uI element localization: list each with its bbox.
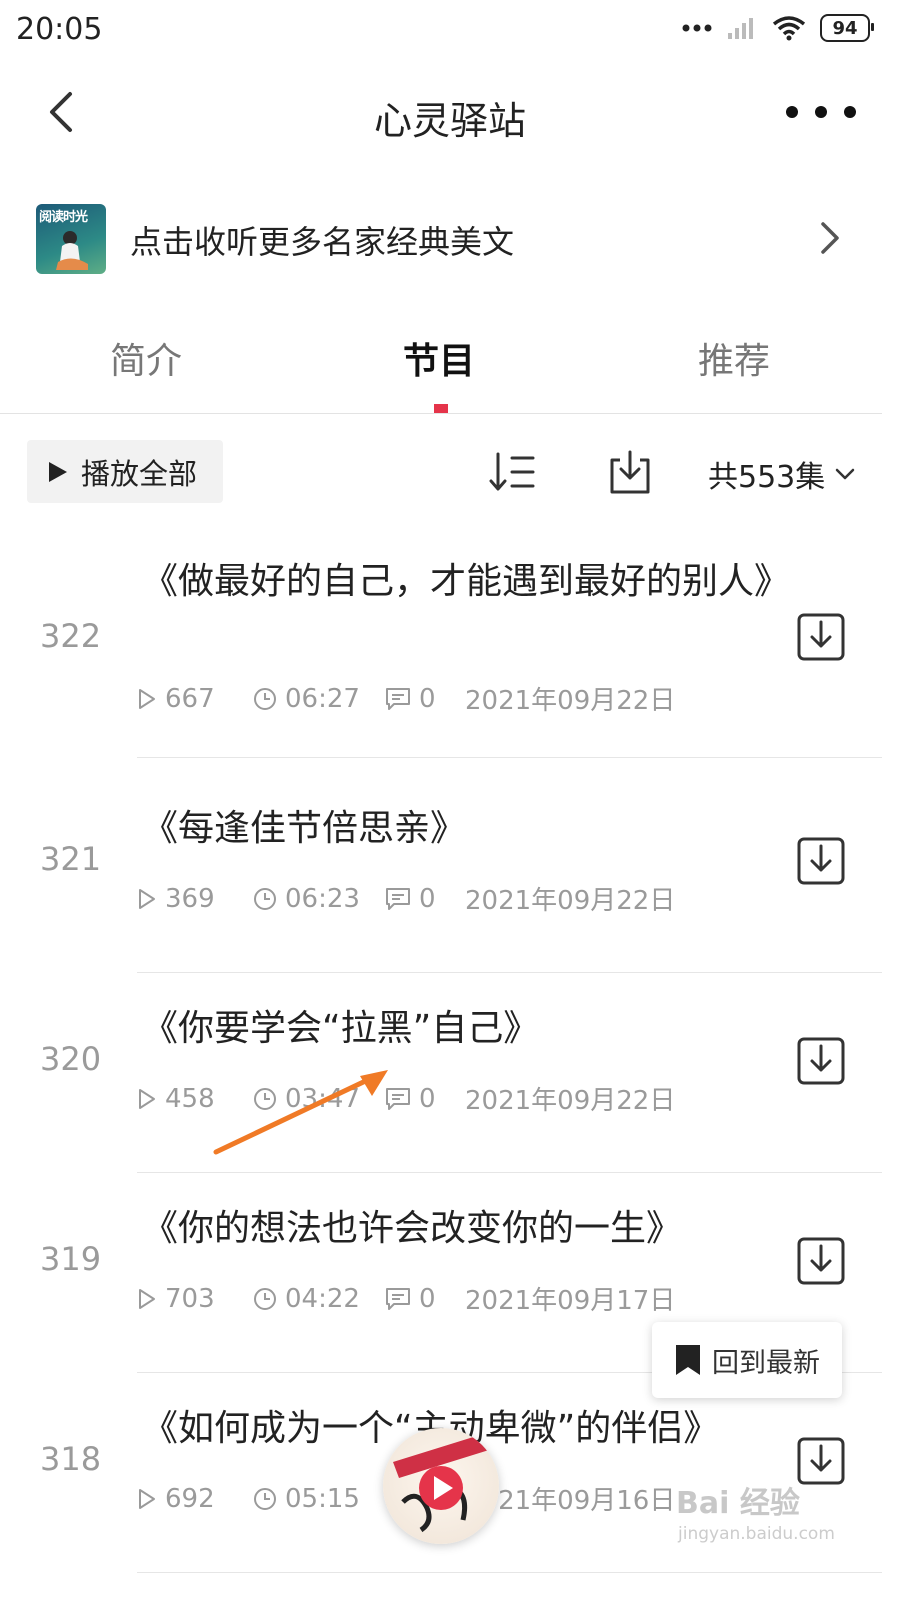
comment-icon — [386, 687, 410, 710]
play-outline-icon — [139, 1088, 155, 1109]
publish-date: 2021年09月22日 — [465, 1086, 676, 1116]
row-divider — [137, 972, 882, 973]
episode-title[interactable]: 《做最好的自己，才能遇到最好的别人》 — [142, 560, 790, 604]
episode-number: 318 — [40, 1440, 102, 1478]
bookmark-icon — [676, 1345, 700, 1375]
comment-count-value: 0 — [419, 683, 436, 714]
play-outline-icon — [139, 1288, 155, 1309]
publish-date: 2021年09月22日 — [465, 886, 676, 916]
duration-value: 06:23 — [285, 883, 360, 914]
download-icon[interactable] — [796, 1436, 846, 1486]
episode-meta: 369 06:23 0 2021年09月22日 — [137, 880, 675, 917]
clock-icon — [254, 1287, 276, 1310]
episode-number: 319 — [40, 1240, 102, 1278]
clock-icon — [254, 887, 276, 910]
row-divider — [137, 757, 882, 758]
episode-meta: 667 06:27 0 2021年09月22日 — [137, 680, 675, 717]
row-divider — [137, 1172, 882, 1173]
publish-date: 2021年09月22日 — [465, 686, 676, 716]
duration: 06:23 — [253, 884, 385, 914]
play-all-button[interactable]: 播放全部 — [27, 440, 223, 503]
watermark: Bai 经验 — [676, 1486, 800, 1521]
episode-title[interactable]: 《你要学会“拉黑”自己》 — [142, 1007, 782, 1051]
tab-programs[interactable]: 节目 — [403, 332, 475, 384]
promo-cover-image[interactable]: 阅读时光 — [36, 204, 106, 274]
back-to-latest-label: 回到最新 — [712, 1347, 820, 1379]
mini-player[interactable] — [383, 1428, 499, 1544]
clock-icon — [254, 687, 276, 710]
promo-text[interactable]: 点击收听更多名家经典美文 — [130, 217, 514, 263]
comment-count-value: 0 — [419, 1083, 436, 1114]
episode-title[interactable]: 《你的想法也许会改变你的一生》 — [142, 1207, 782, 1251]
row-divider — [137, 1572, 882, 1573]
active-tab-indicator — [434, 404, 448, 413]
play-all-label: 播放全部 — [81, 456, 198, 491]
mini-player-cover-icon — [393, 1434, 489, 1533]
comment-icon — [386, 887, 410, 910]
play-icon — [49, 461, 67, 482]
watermark-url: jingyan.baidu.com — [678, 1524, 835, 1544]
episode-count-dropdown[interactable]: 共553集 — [708, 452, 855, 496]
download-icon[interactable] — [796, 1036, 846, 1086]
tab-intro[interactable]: 简介 — [110, 332, 182, 384]
duration-value: 04:22 — [285, 1283, 360, 1314]
download-icon[interactable] — [796, 836, 846, 886]
girl-illustration-icon — [56, 231, 88, 270]
duration: 05:15 — [253, 1484, 385, 1514]
duration-value: 05:15 — [285, 1483, 360, 1514]
play-count: 667 — [137, 684, 253, 714]
comment-count: 0 — [385, 684, 465, 714]
episode-number: 322 — [40, 617, 102, 655]
sort-icon[interactable] — [488, 450, 536, 494]
back-to-latest-button[interactable]: 回到最新 — [652, 1322, 842, 1398]
download-icon[interactable] — [796, 1236, 846, 1286]
download-all-icon[interactable] — [606, 448, 654, 496]
play-count-value: 692 — [165, 1483, 215, 1514]
play-count: 703 — [137, 1284, 253, 1314]
comment-count-value: 0 — [419, 1283, 436, 1314]
play-count-value: 703 — [165, 1283, 215, 1314]
duration: 04:22 — [253, 1284, 385, 1314]
episode-number: 321 — [40, 840, 102, 878]
tab-divider — [0, 413, 882, 414]
clock-icon — [254, 1487, 276, 1510]
play-outline-icon — [139, 688, 155, 709]
download-icon[interactable] — [796, 612, 846, 662]
episode-meta: 703 04:22 0 2021年09月17日 — [137, 1280, 675, 1317]
annotation-arrow-icon — [213, 1070, 388, 1155]
comment-count: 0 — [385, 1284, 465, 1314]
duration: 06:27 — [253, 684, 385, 714]
episode-title[interactable]: 《每逢佳节倍思亲》 — [142, 807, 782, 851]
publish-date: 2021年09月17日 — [465, 1286, 676, 1316]
episode-count: 共553集 — [708, 460, 826, 495]
tab-recommend[interactable]: 推荐 — [698, 332, 770, 384]
play-outline-icon — [139, 1488, 155, 1509]
comment-count: 0 — [385, 884, 465, 914]
chevron-right-icon[interactable] — [814, 220, 844, 256]
comment-count-value: 0 — [419, 883, 436, 914]
episode-row[interactable]: 318 《如何成为一个“主动卑微”的伴侣》 692 05:15 0 2021年0… — [0, 0, 900, 1573]
duration-value: 06:27 — [285, 683, 360, 714]
play-count: 692 — [137, 1484, 253, 1514]
play-outline-icon — [139, 888, 155, 909]
play-count: 369 — [137, 884, 253, 914]
play-count-value: 667 — [165, 683, 215, 714]
play-count-value: 369 — [165, 883, 215, 914]
comment-icon — [386, 1287, 410, 1310]
episode-number: 320 — [40, 1040, 102, 1078]
chevron-down-icon — [836, 468, 855, 480]
